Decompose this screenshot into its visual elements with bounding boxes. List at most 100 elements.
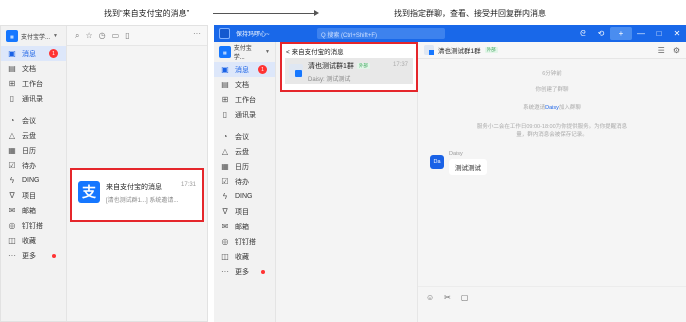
sidebar-item-label: DING	[235, 193, 253, 200]
maximize-icon[interactable]: □	[650, 29, 668, 38]
account-switcher[interactable]: ▦ 支付宝学... ▼	[214, 42, 275, 62]
clock-icon[interactable]: ◷	[99, 31, 106, 41]
sidebar-item-label: 待办	[235, 178, 249, 186]
favorites-icon: ◫	[221, 252, 229, 261]
sidebar-item[interactable]: ◎ 钉钉搭	[1, 218, 66, 233]
sidebar-item[interactable]: ϟ DING	[1, 173, 66, 188]
account-name: 支付宝学...	[233, 46, 252, 61]
sidebar-item[interactable]: ▣ 消息 1	[1, 46, 66, 61]
sidebar-item[interactable]: ✉ 邮箱	[1, 203, 66, 218]
message-preview: [清也测试群1...] 系统邀请...	[106, 198, 179, 204]
sidebar-item[interactable]: ϟ DING	[214, 189, 275, 204]
document-icon: ▤	[221, 80, 229, 89]
alipay-message-item[interactable]: 支 来自支付宝的消息 17:31 [清也测试群1...] 系统邀请...	[70, 168, 204, 222]
sidebar-item[interactable]: ▯ 通讯录	[1, 91, 66, 106]
sidebar-item-label: 云盘	[22, 132, 36, 140]
sidebar-item-label: 更多	[22, 252, 36, 260]
status-text[interactable]: 保持玛啰心~	[236, 29, 270, 38]
doc-icon[interactable]: ▯	[125, 31, 129, 41]
sidebar-item-label: 文档	[22, 65, 36, 73]
message-icon: ▣	[8, 49, 16, 58]
settings-icon[interactable]: ⚙	[673, 46, 680, 55]
sidebar: ▦ 支付宝学... ▼ ▣ 消息 1 ▤ 文档 ⊞ 工作台 ▯ 通讯录 ◔ 会议 △ 云盘 ▦ 日历 ☑ 待办 ϟ…	[1, 26, 67, 321]
sidebar-item-label: 待办	[22, 162, 36, 170]
emoji-icon[interactable]: ☺	[426, 293, 434, 302]
sidebar-item[interactable]: ⊞ 工作台	[214, 92, 275, 107]
ding-icon: ϟ	[222, 192, 228, 201]
step1-annotation: 找到“来自支付宝的消息”	[104, 9, 190, 18]
sidebar-item-label: 工作台	[22, 80, 43, 88]
file-icon[interactable]: ▢	[461, 293, 469, 302]
sidebar-item-label: 通讯录	[22, 95, 43, 103]
sidebar-item[interactable]: ▦ 日历	[214, 159, 275, 174]
sidebar-item[interactable]: ▤ 文档	[214, 77, 275, 92]
sidebar-item[interactable]: ··· 更多	[214, 264, 275, 279]
message-time: 17:31	[180, 182, 196, 188]
sidebar-item-label: DING	[22, 177, 40, 184]
chat-message: Da Daisy 测试测试	[430, 151, 686, 175]
sidebar-item[interactable]: ✉ 邮箱	[214, 219, 275, 234]
sidebar-item[interactable]: ∇ 项目	[1, 188, 66, 203]
project-icon: ∇	[9, 191, 15, 200]
cloud-drive-icon: △	[221, 147, 229, 156]
sidebar-item[interactable]: ⊞ 工作台	[1, 76, 66, 91]
calendar-icon[interactable]: ▭	[112, 31, 120, 41]
system-text: 系统邀请	[523, 105, 546, 111]
sidebar-nav: ▣ 消息 1 ▤ 文档 ⊞ 工作台 ▯ 通讯录 ◔ 会议 △ 云盘 ▦ 日历 ☑ 待办 ϟ DING ∇ 项目 ✉ 邮箱 ◎ 钉…	[214, 62, 275, 279]
avatar[interactable]: Da	[430, 155, 444, 169]
sidebar-item[interactable]: ◔ 会议	[214, 129, 275, 144]
star-icon[interactable]: ☆	[85, 31, 92, 41]
screenshot-panel-2: 保持玛啰心~ Q 搜索 (Ctrl+Shift+F) ᘓ ⟲ + — □ ✕ ▦…	[214, 25, 686, 322]
input-toolbar: ☺ ✂ ▢	[418, 286, 686, 302]
external-tag: 外部	[356, 63, 370, 69]
more-icon[interactable]: ···	[193, 29, 201, 38]
sidebar-item-label: 云盘	[235, 148, 249, 156]
sidebar-item[interactable]: ◫ 收藏	[1, 233, 66, 248]
service-notice: 服务小二会在工作日09:00-18:00为你提供服务。为你提醒消息量，群内消息会…	[476, 124, 628, 138]
minimize-icon[interactable]: —	[632, 29, 650, 38]
back-button[interactable]: < 来自支付宝的消息	[282, 44, 416, 57]
system-message: 系统邀请Daisy加入群聊	[418, 103, 686, 111]
sidebar-item-label: 日历	[235, 163, 249, 171]
mail-icon: ✉	[8, 206, 16, 215]
message-bubble[interactable]: 测试测试	[449, 159, 487, 175]
sidebar-item[interactable]: △ 云盘	[214, 144, 275, 159]
sidebar-item[interactable]: ▦ 日历	[1, 143, 66, 158]
project-icon: ∇	[222, 207, 228, 216]
search-icon[interactable]: ⌕	[75, 31, 79, 41]
sidebar-item[interactable]: ☑ 待办	[214, 174, 275, 189]
close-icon[interactable]: ✕	[668, 29, 686, 38]
ding-icon: ϟ	[9, 176, 15, 185]
search-input[interactable]: Q 搜索 (Ctrl+Shift+F)	[317, 28, 445, 39]
nav-divider	[1, 106, 66, 113]
message-input[interactable]	[418, 302, 686, 322]
sidebar-item[interactable]: ··· 更多	[1, 248, 66, 263]
chat-window: 清也测试群1群 外部 ☰ ⚙ 6分钟前 你创建了群聊 系统邀请Daisy加入群聊…	[418, 42, 686, 322]
sidebar-item[interactable]: ◎ 钉钉搭	[214, 234, 275, 249]
sidebar-item[interactable]: ▯ 通讯录	[214, 107, 275, 122]
system-text: 加入群聊	[558, 105, 581, 111]
account-switcher[interactable]: ▦ 支付宝学... ▼	[1, 26, 66, 46]
sidebar-item[interactable]: ◫ 收藏	[214, 249, 275, 264]
user-link[interactable]: Daisy	[545, 105, 559, 111]
scissors-icon[interactable]: ✂	[444, 293, 451, 302]
sidebar-item[interactable]: ◔ 会议	[1, 113, 66, 128]
sidebar-item[interactable]: ▣ 消息 1	[214, 62, 275, 77]
refresh-icon[interactable]: ⟲	[592, 29, 610, 38]
group-chat-item[interactable]: 清也测试群1群 外部 Daisy: 测试测试 17:37	[285, 58, 413, 84]
sidebar-item[interactable]: ▤ 文档	[1, 61, 66, 76]
sidebar-item[interactable]: △ 云盘	[1, 128, 66, 143]
external-tag: 外部	[484, 47, 498, 53]
history-icon[interactable]: ᘓ	[574, 29, 592, 39]
system-time: 6分钟前	[542, 71, 562, 77]
list-icon[interactable]: ☰	[658, 46, 665, 55]
sidebar-item-label: 工作台	[235, 96, 256, 104]
sidebar-item[interactable]: ∇ 项目	[214, 204, 275, 219]
sidebar-item[interactable]: ☑ 待办	[1, 158, 66, 173]
group-preview: Daisy: 测试测试	[308, 77, 351, 83]
message-icon: ▣	[221, 65, 229, 74]
add-icon[interactable]: +	[610, 27, 632, 40]
chat-title[interactable]: 清也测试群1群	[438, 45, 481, 55]
chevron-down-icon: ▼	[53, 33, 58, 39]
meeting-icon: ◔	[222, 132, 228, 141]
